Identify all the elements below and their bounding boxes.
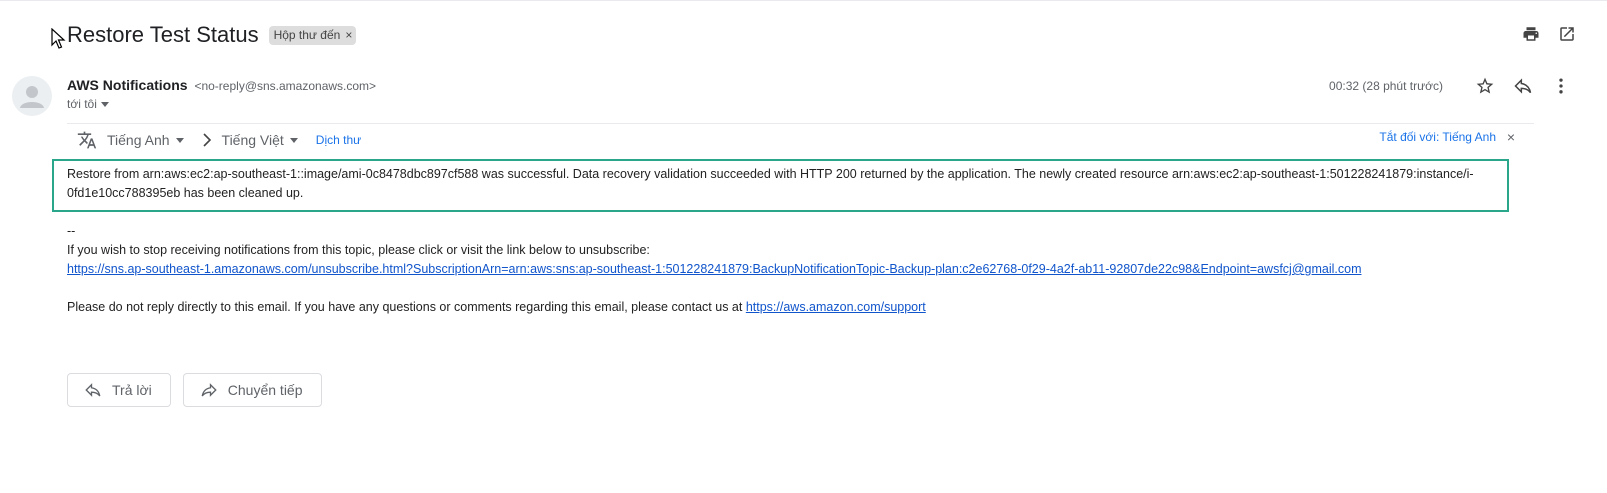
turn-off-translation-link[interactable]: Tắt đối với: Tiếng Anh (1379, 130, 1496, 144)
source-language-select[interactable]: Tiếng Anh (107, 132, 184, 148)
inbox-label-chip: Hộp thư đến × (268, 25, 357, 45)
forward-button[interactable]: Chuyển tiếp (182, 373, 322, 407)
sender-email: <no-reply@sns.amazonaws.com> (194, 79, 377, 93)
contact-paragraph: Please do not reply directly to this ema… (67, 298, 1547, 317)
chevron-down-icon (289, 137, 298, 143)
highlighted-message-body: Restore from arn:aws:ec2:ap-southeast-1:… (52, 159, 1509, 212)
star-icon[interactable] (1475, 76, 1495, 96)
mouse-cursor-icon (51, 28, 66, 49)
translate-icon (77, 131, 97, 149)
forward-button-label: Chuyển tiếp (227, 382, 303, 398)
support-link[interactable]: https://aws.amazon.com/support (746, 300, 926, 314)
reply-actions: Trả lời Chuyển tiếp (67, 373, 322, 407)
target-language-label: Tiếng Việt (221, 132, 284, 148)
unsubscribe-text: If you wish to stop receiving notificati… (67, 243, 650, 257)
reply-icon[interactable] (1513, 76, 1533, 96)
message-body: -- If you wish to stop receiving notific… (67, 222, 1547, 317)
recipient-details-toggle[interactable]: tới tôi (67, 97, 109, 111)
target-language-select[interactable]: Tiếng Việt (222, 132, 298, 148)
source-language-label: Tiếng Anh (107, 132, 170, 148)
subject-row: Restore Test Status Hộp thư đến × (67, 20, 357, 50)
chevron-right-icon (202, 133, 211, 147)
turn-off-translation: Tắt đối với: Tiếng Anh × (1379, 129, 1518, 145)
restore-status-text: Restore from arn:aws:ec2:ap-southeast-1:… (67, 167, 1474, 200)
sender-avatar[interactable] (12, 76, 52, 116)
email-subject: Restore Test Status (67, 22, 259, 47)
sender-name[interactable]: AWS Notifications (67, 77, 188, 93)
translate-bar: Tiếng Anh Tiếng Việt Dịch thư Tắt đối vớ… (67, 123, 1534, 156)
more-vert-icon[interactable] (1551, 76, 1571, 96)
reply-button-label: Trả lời (112, 382, 152, 398)
chevron-down-icon (100, 101, 109, 107)
inbox-label-text: Hộp thư đến (273, 28, 341, 42)
contact-text: Please do not reply directly to this ema… (67, 300, 746, 314)
unsubscribe-link[interactable]: https://sns.ap-southeast-1.amazonaws.com… (67, 262, 1361, 276)
forward-icon (201, 383, 217, 397)
thread-actions (1521, 24, 1577, 44)
reply-button[interactable]: Trả lời (67, 373, 171, 407)
sender-line: AWS Notifications <no-reply@sns.amazonaw… (67, 77, 376, 93)
recipient-text: tới tôi (67, 97, 97, 111)
print-icon[interactable] (1521, 24, 1541, 44)
message-time: 00:32 (28 phút trước) (1329, 79, 1443, 93)
translate-message-link[interactable]: Dịch thư (316, 133, 361, 147)
remove-label-button[interactable]: × (345, 28, 352, 42)
close-translate-bar-button[interactable]: × (1504, 129, 1518, 145)
chevron-down-icon (175, 137, 184, 143)
signature-separator: -- (67, 224, 76, 238)
message-meta: 00:32 (28 phút trước) (1329, 76, 1571, 96)
open-in-new-window-icon[interactable] (1557, 24, 1577, 44)
person-icon (20, 86, 44, 108)
top-divider (0, 0, 1607, 1)
reply-icon (85, 383, 101, 397)
